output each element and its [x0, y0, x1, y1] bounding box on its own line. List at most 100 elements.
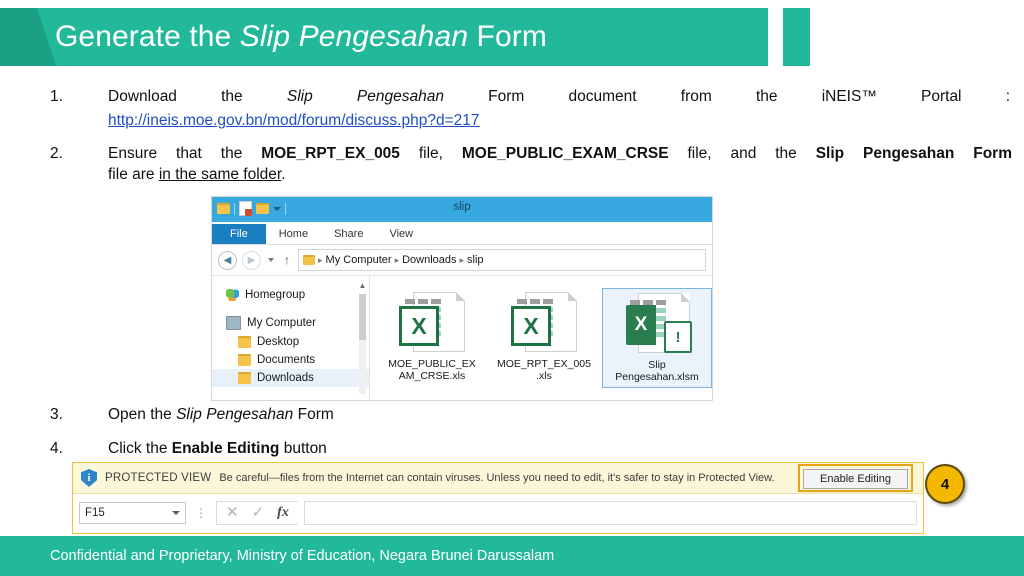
back-icon[interactable]: ◀: [218, 250, 237, 270]
page-title: Generate the Slip Pengesahan Form: [55, 20, 547, 54]
page-title-part-2: Form: [468, 20, 547, 53]
step-2-text-1: Ensure that the: [108, 145, 262, 162]
breadcrumb[interactable]: ▸ My Computer ▸ Downloads ▸ slip: [298, 249, 706, 271]
protected-view-bar: i PROTECTED VIEW Be careful—files from t…: [73, 463, 923, 494]
sidebar-item-label: Downloads: [257, 372, 314, 384]
excel-formula-bar: F15 ⋮ ✕ ✓ fx: [73, 494, 923, 531]
step-1-text-before: Download the: [108, 88, 287, 105]
file-name-line-2: AM_CRSE.xls: [398, 370, 466, 382]
sidebar-item-downloads[interactable]: Downloads: [212, 369, 369, 387]
step-1-number: 1.: [50, 88, 63, 105]
file-name-line-1: Slip: [648, 359, 666, 371]
folder-icon: [238, 336, 251, 348]
ribbon-tab-share[interactable]: Share: [321, 225, 376, 244]
sidebar-item-my-computer[interactable]: My Computer: [212, 313, 369, 333]
step-2: 2. Ensure that the MOE_RPT_EX_005 file, …: [50, 143, 1012, 185]
forward-icon[interactable]: ▶: [242, 250, 261, 270]
footer-text: Confidential and Proprietary, Ministry o…: [50, 548, 555, 564]
excel-x-badge: X: [511, 306, 551, 346]
explorer-address-bar: ◀ ▶ ↑ ▸ My Computer ▸ Downloads ▸ slip: [212, 245, 712, 276]
step-3-italic: Slip Pengesahan: [176, 406, 294, 423]
step-1-italic: Slip Pengesahan: [286, 88, 444, 105]
file-name-line-1: MOE_RPT_EX_005: [497, 358, 591, 370]
scrollbar-thumb[interactable]: [359, 294, 366, 340]
ineis-portal-link[interactable]: http://ineis.moe.gov.bn/mod/forum/discus…: [108, 110, 1010, 131]
breadcrumb-item-downloads[interactable]: Downloads: [402, 254, 456, 266]
file-explorer-window: slip File Home Share View ◀ ▶ ↑ ▸ My Com…: [211, 196, 713, 401]
step-2-underlined: in the same folder: [158, 166, 282, 183]
excel-xls-file-icon: X: [399, 292, 465, 354]
step-4-bold: Enable Editing: [171, 440, 280, 457]
step-4-body: Click the Enable Editing button: [108, 438, 550, 459]
file-name-moe-public-exam-crse: MOE_PUBLIC_EXAM_CRSE: [461, 145, 669, 162]
step-2-line-1: Ensure that the MOE_RPT_EX_005 file, MOE…: [108, 143, 1012, 164]
file-item-moe-public-exam-crse[interactable]: X MOE_PUBLIC_EX AM_CRSE.xls: [378, 288, 486, 386]
step-1-line-1: Download the Slip Pengesahan Form docume…: [108, 86, 1010, 107]
sidebar-scrollbar[interactable]: ▲: [358, 282, 367, 394]
formula-input[interactable]: [303, 500, 917, 525]
page-title-part-1: Generate the: [55, 20, 240, 53]
name-box-value: F15: [85, 506, 105, 519]
step-2-body: Ensure that the MOE_RPT_EX_005 file, MOE…: [108, 143, 1012, 185]
enable-editing-button[interactable]: Enable Editing: [803, 469, 908, 489]
chevron-down-icon[interactable]: [172, 510, 180, 515]
enable-editing-highlight: Enable Editing: [798, 464, 913, 492]
step-2-text-4: file are: [108, 166, 159, 183]
excel-xlsm-file-icon: X !: [624, 293, 692, 355]
protected-view-label: PROTECTED VIEW: [105, 472, 212, 484]
folder-icon: [238, 354, 251, 366]
protected-view-message: Be careful—files from the Internet can c…: [219, 472, 775, 484]
excel-xls-file-icon: X: [511, 292, 577, 354]
scroll-up-icon[interactable]: ▲: [358, 282, 367, 290]
step-3-text-after: Form: [293, 406, 334, 423]
step-2-text-5: .: [281, 166, 286, 183]
cancel-icon[interactable]: ✕: [226, 505, 239, 520]
step-3-number: 3.: [50, 406, 63, 423]
sidebar-item-homegroup[interactable]: Homegroup: [212, 286, 369, 304]
step-2-text-3: file, and the: [668, 145, 816, 162]
step-3: 3. Open the Slip Pengesahan Form: [50, 404, 550, 425]
recent-locations-icon[interactable]: [268, 258, 274, 262]
name-box[interactable]: F15: [79, 501, 186, 524]
title-accent-bar-right: [783, 8, 810, 66]
formula-bar-grip[interactable]: ⋮: [192, 507, 210, 519]
excel-x-badge: X: [626, 305, 656, 345]
file-name-line-2: Pengesahan.xlsm: [615, 371, 699, 383]
folder-icon: [238, 372, 251, 384]
macro-warning-icon: !: [664, 321, 692, 353]
confirm-icon[interactable]: ✓: [252, 505, 265, 520]
up-icon[interactable]: ↑: [284, 254, 290, 266]
computer-icon: [226, 316, 241, 330]
step-1-text-after: Form document from the iNEIS™ Portal :: [443, 88, 1011, 105]
folder-icon: [303, 255, 315, 265]
ribbon-tab-home[interactable]: Home: [266, 225, 321, 244]
step-4: 4. Click the Enable Editing button: [50, 438, 550, 459]
breadcrumb-item-my-computer[interactable]: My Computer: [326, 254, 392, 266]
sidebar-item-desktop[interactable]: Desktop: [212, 333, 369, 351]
sidebar-item-label: My Computer: [247, 317, 317, 329]
file-name-line-1: MOE_PUBLIC_EX: [388, 358, 476, 370]
excel-x-badge: X: [399, 306, 439, 346]
ribbon-tab-file[interactable]: File: [212, 224, 266, 244]
ribbon-tab-view[interactable]: View: [376, 225, 426, 244]
file-name-slip-pengesahan-form: Slip Pengesahan Form: [815, 145, 1012, 162]
insert-function-icon[interactable]: fx: [277, 505, 289, 521]
breadcrumb-item-slip[interactable]: slip: [467, 254, 484, 266]
explorer-body: Homegroup My Computer Desktop Documents …: [212, 276, 712, 400]
callout-badge-4: 4: [925, 464, 965, 504]
breadcrumb-separator-1: ▸: [394, 254, 400, 265]
sidebar-item-label: Desktop: [257, 336, 300, 348]
file-item-moe-rpt-ex-005[interactable]: X MOE_RPT_EX_005 .xls: [490, 288, 598, 386]
slide-title-band: Generate the Slip Pengesahan Form: [0, 8, 1024, 66]
file-name-label: Slip Pengesahan.xlsm: [605, 359, 709, 383]
breadcrumb-separator-0: ▸: [318, 254, 323, 265]
step-2-line-2: file are in the same folder.: [108, 164, 1012, 185]
step-4-text-before: Click the: [108, 440, 172, 457]
sidebar-item-documents[interactable]: Documents: [212, 351, 369, 369]
explorer-window-title: slip: [453, 201, 471, 213]
file-item-slip-pengesahan[interactable]: X ! Slip Pengesahan.xlsm: [602, 288, 712, 388]
sidebar-item-label: Documents: [257, 354, 316, 366]
step-1-body: Download the Slip Pengesahan Form docume…: [108, 86, 1010, 131]
step-2-number: 2.: [50, 145, 63, 162]
